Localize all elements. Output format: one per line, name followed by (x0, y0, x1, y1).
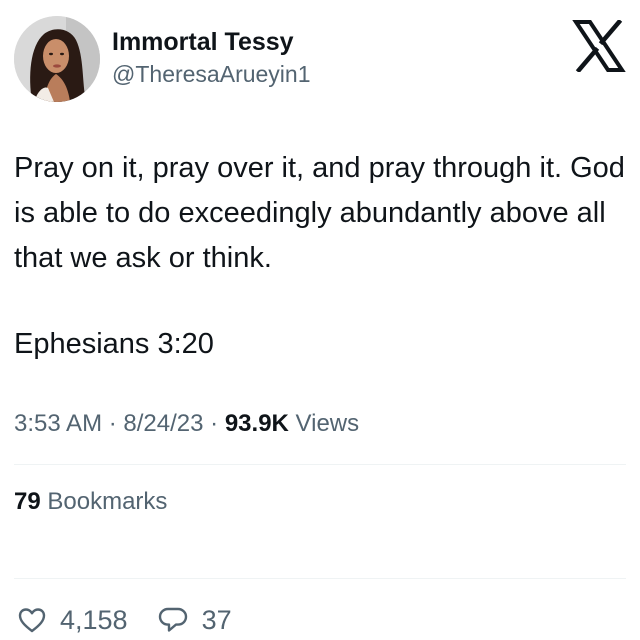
bookmarks-count: 79 (14, 488, 41, 515)
heart-icon (18, 607, 46, 633)
tweet-meta: 3:53 AM · 8/24/23 · 93.9K Views (14, 406, 359, 442)
display-name[interactable]: Immortal Tessy (112, 26, 311, 58)
meta-separator: · (210, 410, 219, 437)
reply-button[interactable]: 37 (158, 605, 232, 636)
avatar[interactable] (14, 16, 100, 102)
tweet-text: Pray on it, pray over it, and pray throu… (14, 146, 626, 367)
tweet-time[interactable]: 3:53 AM (14, 410, 102, 437)
user-handle[interactable]: @TheresaArueyin1 (112, 58, 311, 90)
user-names: Immortal Tessy @TheresaArueyin1 (112, 26, 311, 90)
bookmarks-label: Bookmarks (47, 488, 168, 515)
likes-count: 4,158 (60, 604, 128, 635)
tweet-actions: 4,158 37 (18, 600, 262, 640)
divider (14, 578, 626, 579)
like-button[interactable]: 4,158 (18, 605, 128, 636)
tweet-date[interactable]: 8/24/23 (123, 410, 203, 437)
tweet-paragraph-reference: Ephesians 3:20 (14, 328, 214, 360)
meta-separator: · (108, 410, 117, 437)
replies-count: 37 (201, 604, 232, 635)
views-count: 93.9K (224, 410, 289, 437)
tweet-header: Immortal Tessy @TheresaArueyin1 (14, 16, 626, 106)
divider (14, 464, 626, 465)
bookmarks-stat[interactable]: 79 Bookmarks (14, 484, 167, 520)
avatar-photo (14, 16, 100, 102)
views-label: Views (295, 410, 360, 437)
comment-icon (158, 606, 188, 634)
x-logo-icon[interactable] (572, 18, 626, 74)
tweet-paragraph: Pray on it, pray over it, and pray throu… (14, 152, 625, 274)
tweet-card: Immortal Tessy @TheresaArueyin1 Pray on … (0, 0, 640, 635)
